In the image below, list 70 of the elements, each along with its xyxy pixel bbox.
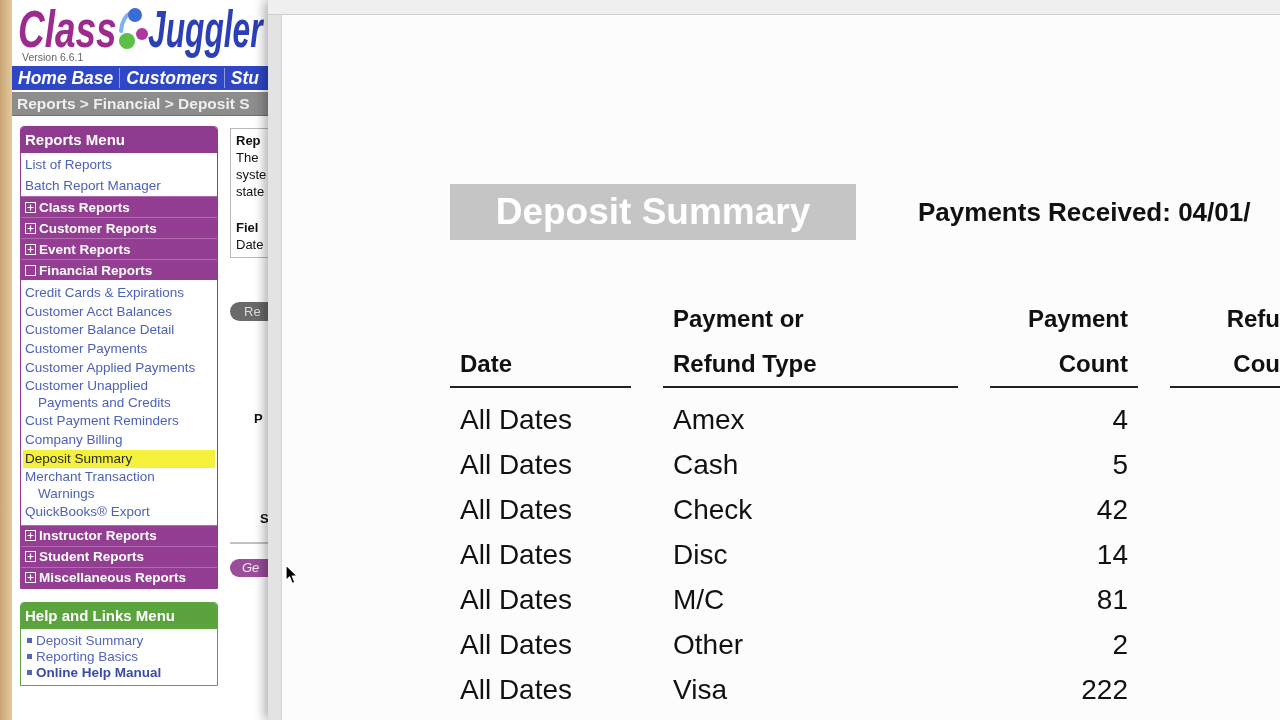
table-cell-text: 14 bbox=[1096, 538, 1128, 572]
menu-section-toggle[interactable]: Customer Reports bbox=[21, 217, 217, 239]
pill-button[interactable]: Re bbox=[230, 302, 268, 321]
field-label: Fiel bbox=[236, 219, 260, 236]
table-cell-text: Cash bbox=[673, 448, 739, 482]
form-label: P bbox=[254, 411, 263, 426]
table-cell-text: All Dates bbox=[460, 493, 573, 527]
cursor-arrow-icon bbox=[285, 564, 299, 585]
panel-title: Rep bbox=[236, 132, 262, 149]
menu-link[interactable]: List of Reports bbox=[23, 156, 215, 175]
field-value: Date bbox=[236, 236, 265, 254]
table-cell-text: All Dates bbox=[460, 403, 573, 437]
panel-header: Reports Menu bbox=[21, 127, 217, 153]
table-cell-text: 4 bbox=[1112, 403, 1128, 437]
square-bullet-icon bbox=[27, 638, 32, 644]
square-bullet-icon bbox=[27, 670, 32, 676]
menu-link[interactable]: Customer Balance Detail bbox=[23, 321, 215, 340]
table-cell-text: 2 bbox=[1112, 628, 1128, 662]
column-header: Payment Count bbox=[1027, 304, 1128, 379]
help-link[interactable]: Reporting Basics bbox=[27, 648, 139, 665]
menu-link[interactable]: Customer Unapplied Payments and Credits bbox=[23, 377, 215, 413]
menu-section-toggle[interactable]: Miscellaneous Reports bbox=[21, 566, 217, 588]
menu-section-toggle[interactable]: Financial Reports bbox=[21, 259, 217, 281]
column-header: Refu Cou bbox=[1226, 304, 1280, 379]
column-header: Payment or Refund Type bbox=[673, 304, 817, 379]
table-cell-text: All Dates bbox=[460, 583, 573, 617]
table-cell-text: 5 bbox=[1112, 448, 1128, 482]
menu-link[interactable]: Credit Cards & Expirations bbox=[23, 284, 215, 303]
table-cell-text: 222 bbox=[1081, 673, 1128, 707]
table-cell-text: Amex bbox=[673, 403, 745, 437]
column-header: Date bbox=[460, 349, 513, 379]
menu-link[interactable]: Cust Payment Reminders bbox=[23, 412, 215, 431]
menu-link[interactable]: Deposit Summary bbox=[23, 449, 215, 469]
menu-section-toggle[interactable]: Instructor Reports bbox=[21, 524, 217, 546]
menu-link[interactable]: Customer Payments bbox=[23, 339, 215, 359]
version-label: Version 6.6.1 bbox=[21, 52, 84, 62]
table-cell-text: M/C bbox=[673, 583, 725, 617]
menu-section-toggle[interactable]: Event Reports bbox=[21, 238, 217, 260]
juggling-balls-icon bbox=[118, 7, 148, 51]
table-cell-text: Visa bbox=[673, 673, 727, 707]
table-cell-text: 81 bbox=[1096, 583, 1128, 617]
nav-tab[interactable]: Home Base bbox=[12, 66, 120, 90]
table-cell-text: All Dates bbox=[460, 538, 573, 572]
menu-link[interactable]: Company Billing bbox=[23, 430, 215, 450]
table-cell-text: 42 bbox=[1096, 493, 1128, 527]
square-bullet-icon bbox=[27, 654, 32, 660]
menu-link[interactable]: Merchant Transaction Warnings bbox=[23, 468, 215, 504]
description-text: The syste state bbox=[236, 149, 268, 200]
panel-header: Help and Links Menu bbox=[21, 602, 217, 629]
menu-link[interactable]: QuickBooks® Export bbox=[23, 503, 215, 522]
menu-link[interactable]: Customer Acct Balances bbox=[23, 302, 215, 322]
menu-section-toggle[interactable]: Class Reports bbox=[21, 196, 217, 218]
table-cell-text: All Dates bbox=[460, 628, 573, 662]
breadcrumb: Reports > Financial > Deposit S bbox=[12, 92, 268, 116]
menu-section-toggle[interactable]: Student Reports bbox=[21, 545, 217, 567]
help-link[interactable]: Deposit Summary bbox=[27, 632, 144, 649]
nav-tab[interactable]: Customers bbox=[120, 66, 224, 90]
table-cell-text: All Dates bbox=[460, 448, 573, 482]
table-cell-text: All Dates bbox=[460, 673, 573, 707]
menu-link[interactable]: Customer Applied Payments bbox=[23, 358, 215, 378]
pill-button[interactable]: Ge bbox=[230, 559, 268, 577]
table-cell-text: Check bbox=[673, 493, 753, 527]
date-range-label: Payments Received: 04/01/ bbox=[918, 196, 1251, 228]
nav-tab[interactable]: Stu bbox=[224, 66, 265, 90]
help-link[interactable]: Online Help Manual bbox=[27, 664, 162, 681]
report-title: Deposit Summary bbox=[450, 184, 856, 240]
form-label: S bbox=[260, 511, 268, 526]
table-cell-text: Other bbox=[673, 628, 744, 662]
menu-link[interactable]: Batch Report Manager bbox=[23, 176, 215, 196]
table-cell-text: Disc bbox=[673, 538, 728, 572]
